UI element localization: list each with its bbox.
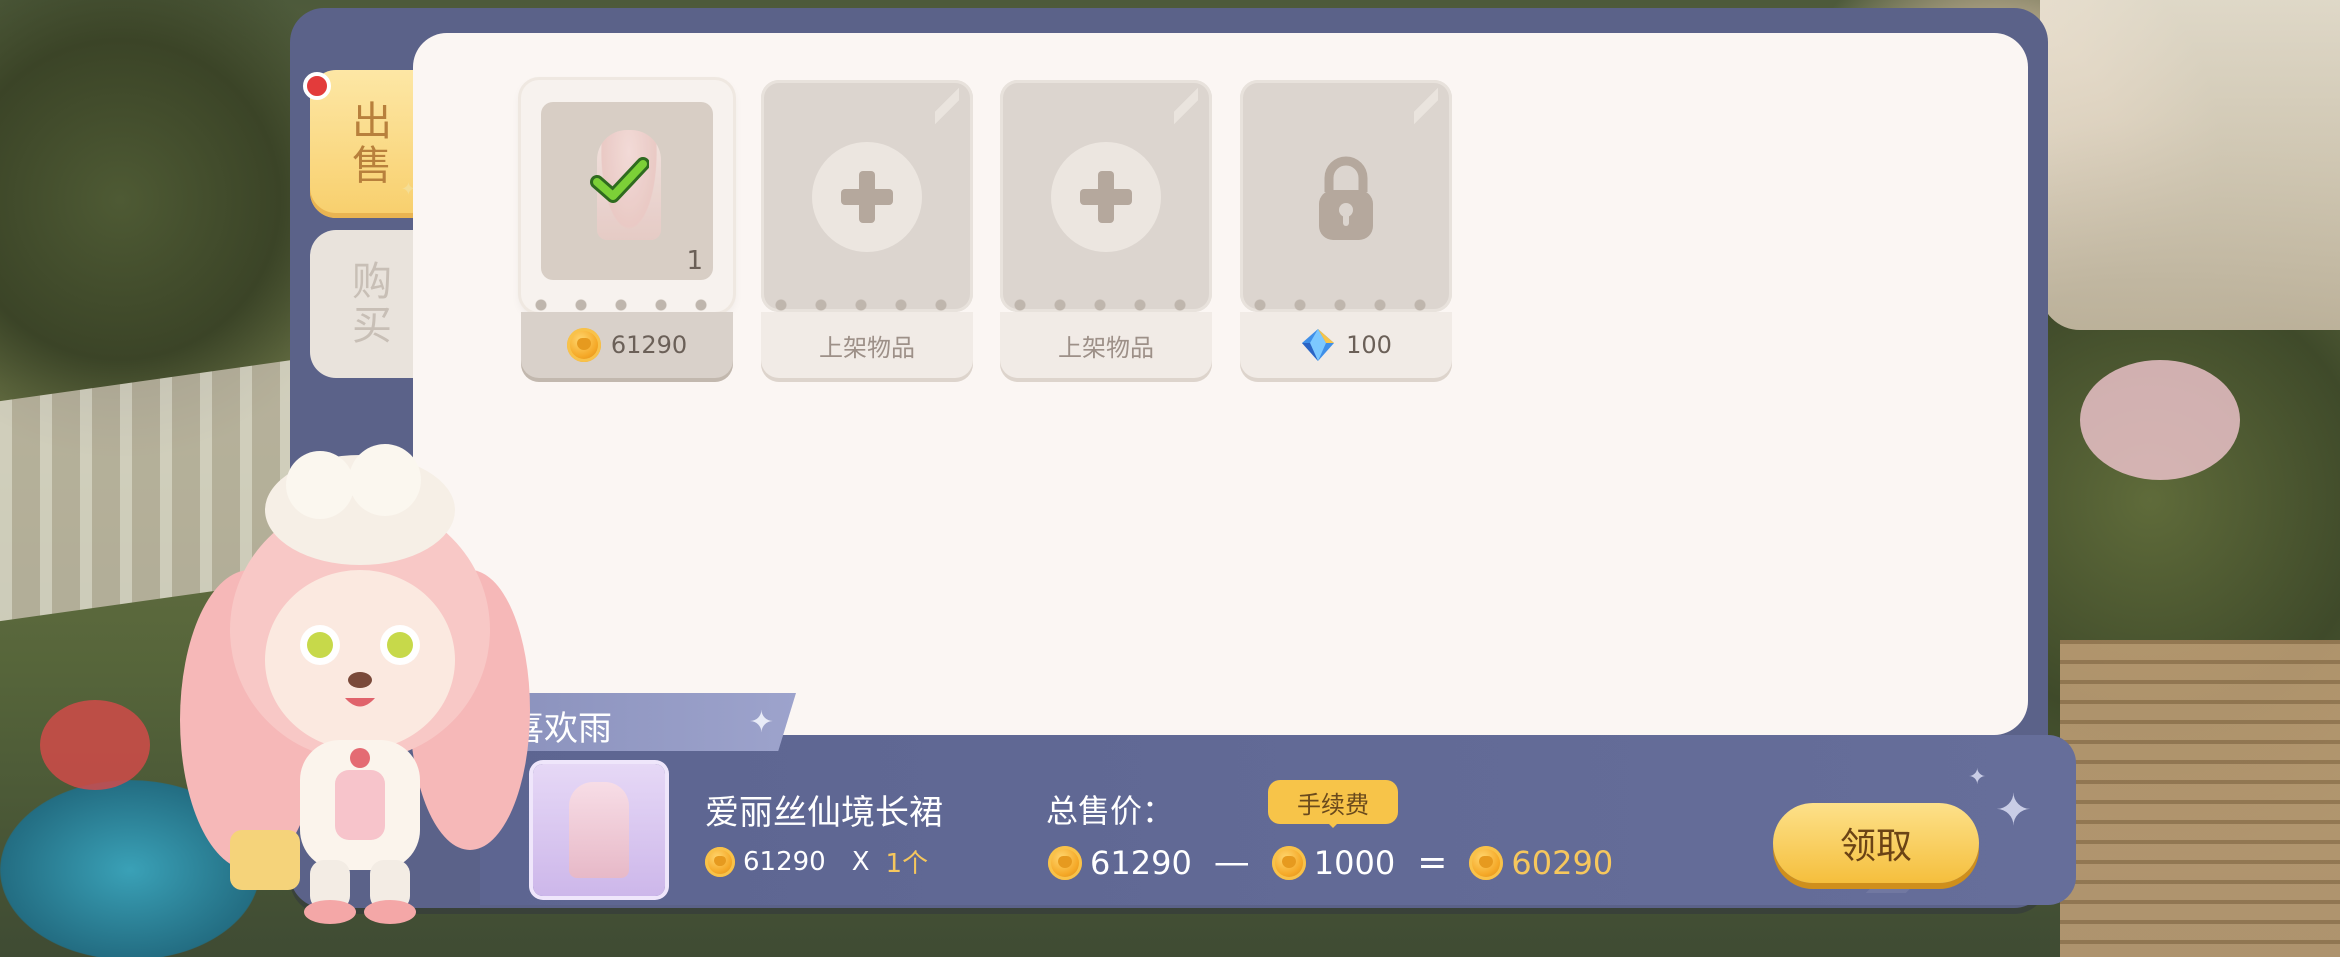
multiply-sign: X bbox=[851, 846, 870, 877]
slot-card[interactable]: 1 bbox=[521, 80, 733, 312]
equals-sign: = bbox=[1417, 842, 1448, 883]
notification-dot bbox=[303, 72, 331, 100]
price-formula: 61290 — 1000 = 60290 bbox=[1048, 842, 1613, 883]
flower-bush bbox=[2080, 360, 2240, 480]
corner-stripe bbox=[1414, 86, 1438, 126]
coin-icon bbox=[1271, 845, 1306, 880]
fee-badge: 手续费 bbox=[1268, 780, 1398, 828]
diamond-icon bbox=[1302, 329, 1335, 361]
star-icon: ✦ bbox=[748, 705, 774, 740]
list-item-button[interactable]: 上架物品 bbox=[1000, 312, 1212, 378]
sold-quantity: 1个 bbox=[885, 849, 929, 879]
list-item-label: 上架物品 bbox=[1058, 333, 1154, 362]
corner-stripe bbox=[935, 86, 959, 126]
unlock-slot-button[interactable]: 100 bbox=[1240, 312, 1452, 378]
fee-label: 手续费 bbox=[1297, 790, 1369, 819]
tab-buy-label: 购买 bbox=[345, 260, 391, 348]
list-item-button[interactable]: 上架物品 bbox=[761, 312, 973, 378]
claim-button-label: 领取 bbox=[1839, 826, 1912, 867]
sell-slot-3[interactable]: 上架物品 bbox=[1000, 80, 1212, 380]
corner-stripe bbox=[1174, 86, 1198, 126]
slot-price-tag: 61290 bbox=[521, 312, 733, 378]
stitch-decoration bbox=[761, 298, 973, 312]
minus-sign: — bbox=[1213, 842, 1250, 883]
sell-slot-1[interactable]: 1 61290 bbox=[521, 80, 733, 380]
check-icon bbox=[590, 157, 649, 203]
unlock-cost: 100 bbox=[1346, 331, 1392, 359]
claim-button[interactable]: 领取 bbox=[1773, 803, 1979, 883]
sparkle-icon: ✦ bbox=[1968, 765, 1987, 790]
slot-card[interactable] bbox=[1000, 80, 1212, 312]
fee-amount: 1000 bbox=[1313, 843, 1396, 882]
sell-slot-4-locked[interactable]: 100 bbox=[1240, 80, 1452, 380]
dress-icon bbox=[569, 782, 629, 878]
character-avatar bbox=[180, 444, 530, 924]
slot-card[interactable] bbox=[1240, 80, 1452, 312]
net-amount: 60290 bbox=[1511, 843, 1614, 882]
total-price: 61290 bbox=[1090, 843, 1192, 882]
stitch-decoration bbox=[1240, 298, 1452, 312]
item-quantity: 1 bbox=[686, 246, 703, 276]
lock-icon bbox=[1319, 156, 1373, 240]
sparkle-icon: ✦ bbox=[1995, 785, 2032, 836]
tab-sell-label: 出售 bbox=[345, 100, 391, 188]
list-item-label: 上架物品 bbox=[819, 333, 915, 362]
unit-price-line: 61290 X 1个 bbox=[705, 843, 928, 880]
tab-buy[interactable]: 购买 bbox=[310, 230, 426, 378]
plus-icon bbox=[1051, 142, 1161, 252]
slot-card[interactable] bbox=[761, 80, 973, 312]
coin-icon bbox=[705, 846, 735, 877]
coin-icon bbox=[1048, 845, 1082, 880]
sold-item-name: 爱丽丝仙境长裙 bbox=[705, 793, 943, 833]
slot-price: 61290 bbox=[610, 331, 688, 359]
sell-slot-2[interactable]: 上架物品 bbox=[761, 80, 973, 380]
coin-icon bbox=[1469, 845, 1504, 880]
unit-price: 61290 bbox=[743, 846, 826, 877]
stitch-decoration bbox=[521, 298, 733, 312]
castle-tower bbox=[2040, 0, 2340, 330]
wooden-deck bbox=[2060, 640, 2340, 957]
flower-bush bbox=[40, 700, 150, 790]
plus-icon bbox=[812, 142, 922, 252]
item-thumbnail: 1 bbox=[541, 102, 713, 280]
total-price-label: 总售价： bbox=[1046, 792, 1175, 830]
stitch-decoration bbox=[1000, 298, 1212, 312]
coin-icon bbox=[566, 328, 601, 362]
